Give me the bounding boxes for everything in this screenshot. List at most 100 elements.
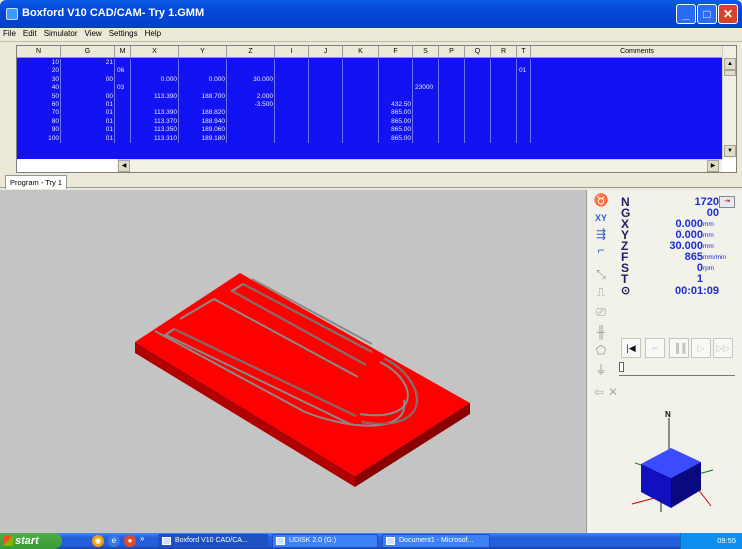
cell-r[interactable] — [491, 117, 517, 127]
cell-s[interactable] — [413, 67, 439, 76]
cell-t[interactable] — [517, 117, 531, 127]
close-button[interactable]: ✕ — [718, 4, 738, 24]
cell-i[interactable] — [275, 67, 309, 76]
cell-i[interactable] — [275, 117, 309, 127]
cell-y[interactable]: 188.700 — [179, 92, 227, 101]
cell-m[interactable] — [115, 109, 131, 118]
clamp-icon[interactable]: ⏚ — [591, 362, 611, 378]
cell-n[interactable]: 40 — [17, 84, 61, 93]
cell-comments[interactable] — [531, 59, 722, 67]
column-header-t[interactable]: T — [517, 46, 531, 57]
quicklaunch-media-icon[interactable]: ● — [124, 535, 136, 547]
cell-k[interactable] — [343, 126, 379, 135]
play-button[interactable]: ▷ — [691, 338, 711, 358]
cell-s[interactable] — [413, 109, 439, 118]
menu-edit[interactable]: Edit — [20, 28, 41, 38]
cell-f[interactable] — [379, 67, 413, 76]
cell-f[interactable] — [379, 59, 413, 68]
cell-s[interactable]: 23000 — [413, 84, 439, 93]
cell-x[interactable] — [131, 67, 179, 76]
cell-r[interactable] — [491, 109, 517, 118]
cell-j[interactable] — [309, 84, 343, 93]
tab-program[interactable]: Program - Try 1 — [5, 175, 68, 189]
table-row[interactable]: 30 00 0.000 0.000 30.000 — [17, 75, 722, 85]
cell-q[interactable] — [465, 59, 491, 68]
cell-m[interactable] — [115, 117, 131, 127]
task-document[interactable]: Document1 - Microsof... — [382, 534, 490, 548]
cell-f[interactable]: 432.50 — [379, 101, 413, 110]
cell-n[interactable]: 90 — [17, 126, 61, 135]
cell-y[interactable]: 0.000 — [179, 75, 227, 85]
cell-j[interactable] — [309, 92, 343, 101]
cell-y[interactable] — [179, 67, 227, 76]
task-udisk[interactable]: UDISK 2.0 (G:) — [272, 534, 378, 548]
cell-t[interactable] — [517, 126, 531, 135]
column-header-comments[interactable]: Comments — [531, 46, 742, 57]
cell-p[interactable] — [439, 126, 465, 135]
cell-p[interactable] — [439, 134, 465, 143]
cell-p[interactable] — [439, 84, 465, 93]
column-header-p[interactable]: P — [439, 46, 465, 57]
cell-t[interactable] — [517, 84, 531, 93]
cell-r[interactable] — [491, 134, 517, 143]
menu-simulator[interactable]: Simulator — [41, 28, 82, 38]
cell-i[interactable] — [275, 109, 309, 118]
axis-icon[interactable]: ⌐ — [591, 242, 611, 258]
step-button[interactable]: ⌐ — [645, 338, 665, 358]
cell-t[interactable] — [517, 75, 531, 85]
cell-z[interactable] — [227, 84, 275, 93]
cell-i[interactable] — [275, 126, 309, 135]
menu-file[interactable]: File — [0, 28, 20, 38]
column-header-f[interactable]: F — [379, 46, 413, 57]
cell-g[interactable]: 00 — [61, 75, 115, 85]
cell-f[interactable]: 865.00 — [379, 134, 413, 143]
menu-settings[interactable]: Settings — [106, 28, 142, 38]
xy-view-button[interactable]: XY — [591, 210, 611, 226]
column-header-z[interactable]: Z — [227, 46, 275, 57]
cell-j[interactable] — [309, 67, 343, 76]
cell-q[interactable] — [465, 92, 491, 101]
pan-icon[interactable]: ⇶ — [591, 226, 611, 242]
cell-p[interactable] — [439, 59, 465, 68]
cell-k[interactable] — [343, 117, 379, 127]
start-button[interactable]: start — [0, 533, 62, 549]
cell-q[interactable] — [465, 84, 491, 93]
cell-k[interactable] — [343, 67, 379, 76]
cell-j[interactable] — [309, 126, 343, 135]
cell-p[interactable] — [439, 92, 465, 101]
cell-y[interactable]: 188.820 — [179, 109, 227, 118]
cell-comments[interactable] — [531, 101, 722, 109]
cell-y[interactable]: 188.940 — [179, 117, 227, 127]
minimize-button[interactable]: _ — [676, 4, 696, 24]
fast-forward-button[interactable]: ▷▷ — [713, 338, 733, 358]
cell-x[interactable] — [131, 101, 179, 110]
column-header-s[interactable]: S — [413, 46, 439, 57]
cell-z[interactable] — [227, 109, 275, 118]
cell-i[interactable] — [275, 92, 309, 101]
cell-z[interactable]: 30.000 — [227, 75, 275, 85]
cell-comments[interactable] — [531, 109, 722, 117]
cell-s[interactable] — [413, 126, 439, 135]
cell-n[interactable]: 70 — [17, 109, 61, 118]
cell-r[interactable] — [491, 126, 517, 135]
cell-z[interactable]: 2.000 — [227, 92, 275, 101]
cell-t[interactable] — [517, 101, 531, 110]
simulation-viewport[interactable] — [0, 190, 586, 533]
cell-s[interactable] — [413, 75, 439, 85]
cell-comments[interactable] — [531, 67, 722, 75]
tool-icon[interactable]: ♉ — [591, 192, 611, 208]
cell-q[interactable] — [465, 109, 491, 118]
cell-i[interactable] — [275, 75, 309, 85]
task-boxford[interactable]: Boxford V10 CAD/CA... — [158, 534, 268, 548]
column-header-g[interactable]: G — [61, 46, 115, 57]
cell-j[interactable] — [309, 109, 343, 118]
grid-body[interactable]: 10 21 20 06 01 30 00 0.000 0.000 30.000 40 03 23000 5… — [17, 58, 722, 159]
cell-t[interactable] — [517, 109, 531, 118]
vertical-scrollbar[interactable]: ▲ ▼ — [722, 46, 736, 158]
cell-s[interactable] — [413, 134, 439, 143]
cell-z[interactable] — [227, 59, 275, 68]
quicklaunch-chevron-icon[interactable]: » — [140, 534, 144, 543]
cell-g[interactable]: 01 — [61, 109, 115, 118]
cell-s[interactable] — [413, 59, 439, 68]
scroll-left-button[interactable]: ◀ — [118, 160, 130, 172]
